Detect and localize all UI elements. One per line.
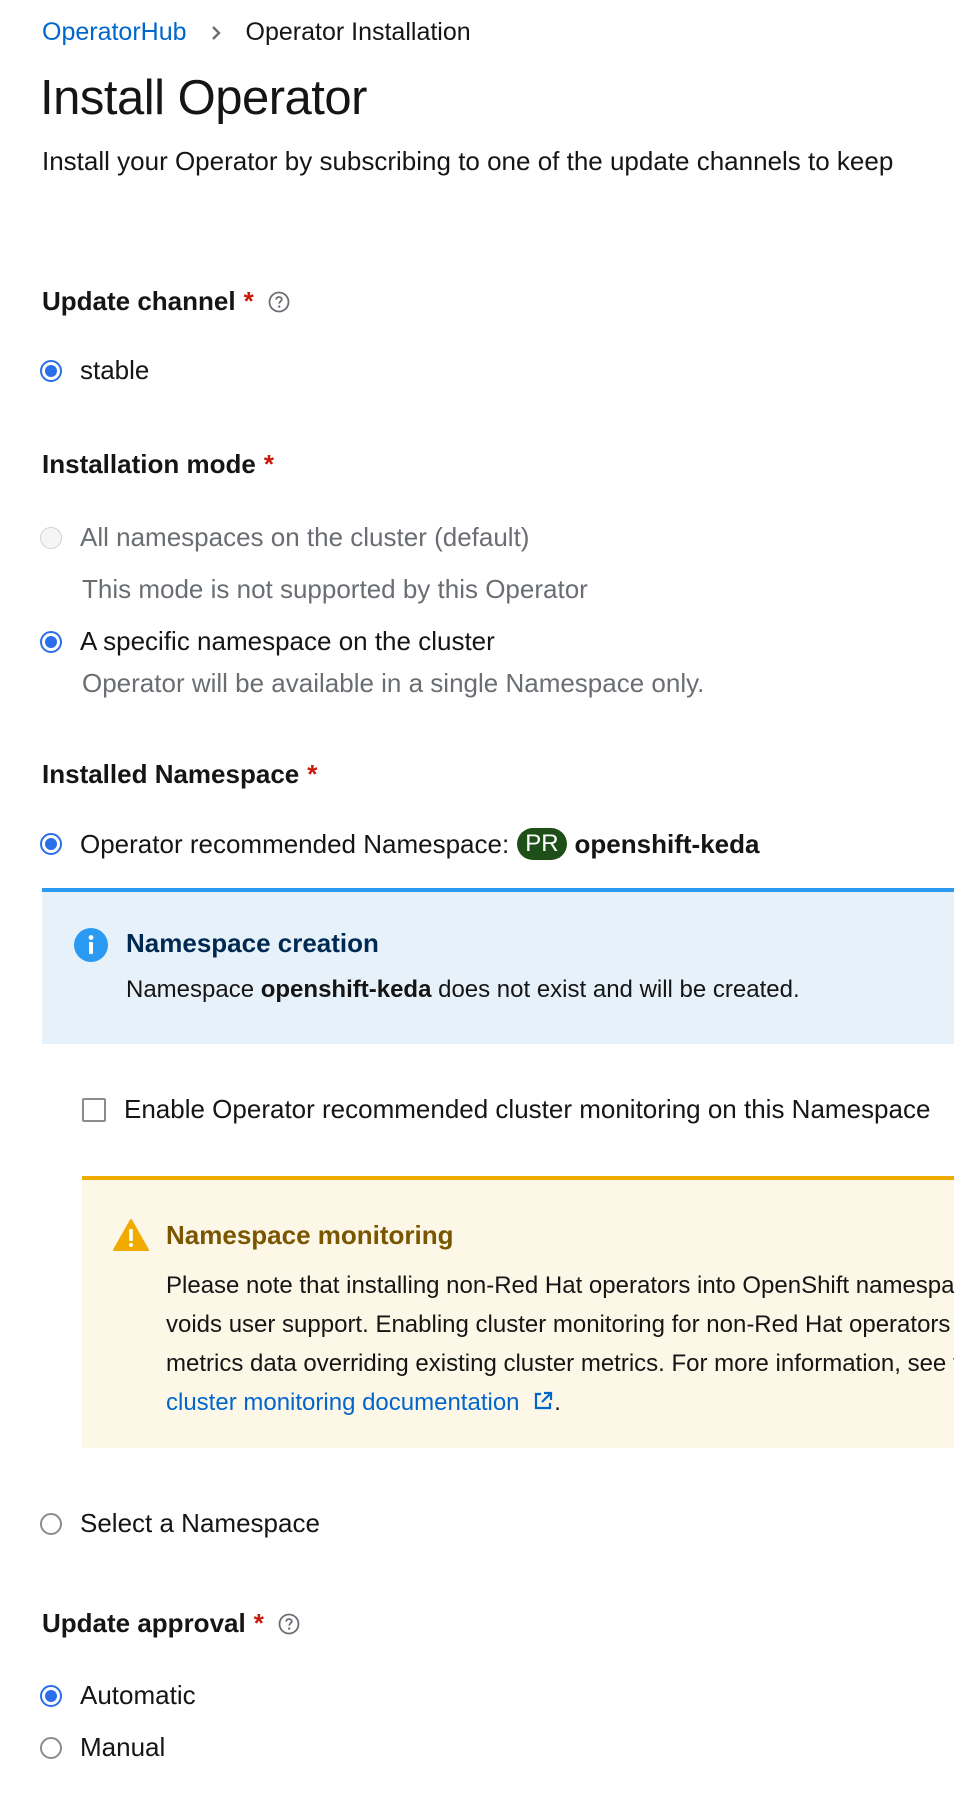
enable-monitoring-checkbox-row[interactable]: Enable Operator recommended cluster moni… [82,1094,930,1125]
link-text: cluster monitoring documentation [166,1389,520,1416]
alert-body-suffix: does not exist and will be created. [438,976,800,1003]
radio-label: stable [80,355,150,385]
radio-all-namespaces: All namespaces on the cluster (default) [40,522,529,553]
content: OperatorHub Operator Installation Instal… [0,0,954,1812]
radio-recommended-namespace[interactable]: Operator recommended Namespace: PR opens… [40,828,759,860]
installed-namespace-label: Installed Namespace * [42,759,317,790]
chevron-right-icon [211,25,222,41]
radio-label: A specific namespace on the cluster [80,626,495,656]
page-title: Install Operator [40,71,368,125]
update-channel-label: Update channel * [42,286,290,317]
radio-label: Automatic [80,1680,196,1710]
info-circle-icon [74,928,108,967]
radio-button[interactable] [40,1684,62,1707]
installation-mode-label: Installation mode * [42,449,274,480]
radio-approval-automatic[interactable]: Automatic [40,1680,196,1711]
namespace-creation-alert: Namespace creation Namespace openshift-k… [42,888,954,1044]
radio-specific-namespace[interactable]: A specific namespace on the cluster [40,626,495,657]
alert-body-line: metrics data overriding existing cluster… [166,1350,954,1377]
radio-description: This mode is not supported by this Opera… [82,574,588,604]
required-mark: * [263,449,274,479]
update-approval-label: Update approval * [42,1608,300,1639]
radio-select-namespace[interactable]: Select a Namespace [40,1508,320,1539]
radio-button[interactable] [40,833,62,855]
page-description: Install your Operator by subscribing to … [42,146,894,176]
required-mark: * [253,1608,264,1638]
radio-label: Select a Namespace [80,1508,320,1538]
alert-body: Namespace openshift-keda does not exist … [126,976,800,1004]
alert-body-link-line: cluster monitoring documentation . [166,1389,561,1419]
radio-button[interactable] [40,1512,62,1535]
breadcrumb: OperatorHub Operator Installation [42,18,471,47]
external-link-icon [532,1390,554,1419]
namespace-name: openshift-keda [574,828,760,859]
update-channel-label-text: Update channel [42,286,236,316]
page: OperatorHub Operator Installation Instal… [0,0,954,1812]
warning-triangle-icon [112,1218,150,1257]
namespace-monitoring-alert: Namespace monitoring Please note that in… [82,1176,954,1448]
update-approval-label-text: Update approval [42,1608,246,1638]
question-circle-icon[interactable] [268,291,290,313]
alert-body-namespace: openshift-keda [260,976,432,1003]
radio-button[interactable] [40,630,62,653]
radio-button [40,526,62,549]
alert-title: Namespace creation [126,928,379,958]
breadcrumb-link-operatorhub[interactable]: OperatorHub [42,18,187,47]
alert-body-line: voids user support. Enabling cluster mon… [166,1311,954,1338]
alert-title: Namespace monitoring [166,1220,454,1250]
required-mark: * [307,759,318,789]
project-badge: PR [517,828,567,860]
alert-body-prefix: Namespace [126,976,255,1003]
radio-description: Operator will be available in a single N… [82,668,705,698]
alert-body-line: Please note that installing non-Red Hat … [166,1272,954,1299]
radio-button[interactable] [40,359,62,382]
required-mark: * [243,286,254,316]
radio-button[interactable] [40,1736,62,1759]
installed-namespace-label-text: Installed Namespace [42,759,300,789]
checkbox-label: Enable Operator recommended cluster moni… [124,1094,931,1124]
question-circle-icon[interactable] [278,1613,300,1635]
breadcrumb-current: Operator Installation [245,18,471,46]
radio-label: Manual [80,1732,166,1762]
link-suffix: . [554,1389,561,1416]
radio-channel-stable[interactable]: stable [40,355,149,386]
cluster-monitoring-doc-link[interactable]: cluster monitoring documentation [166,1389,554,1416]
radio-label: All namespaces on the cluster (default) [80,522,530,552]
installation-mode-label-text: Installation mode [42,449,256,479]
radio-label: Operator recommended Namespace: [80,828,510,859]
enable-monitoring-checkbox[interactable] [82,1097,106,1122]
radio-approval-manual[interactable]: Manual [40,1732,165,1763]
